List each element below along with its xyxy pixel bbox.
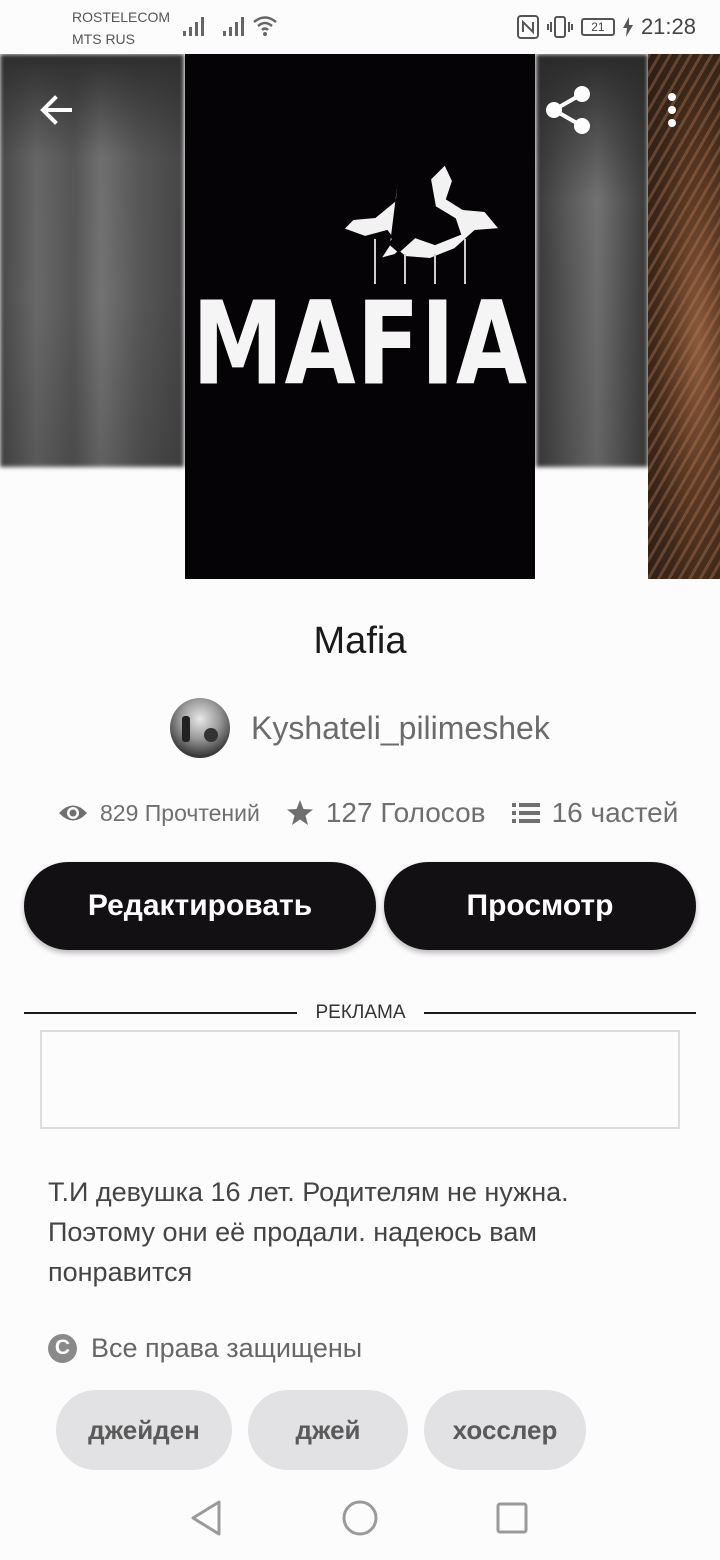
view-button[interactable]: Просмотр xyxy=(384,862,696,950)
wifi-icon xyxy=(253,16,277,36)
status-right-group: 21 21:28 xyxy=(516,12,696,42)
ad-line-right xyxy=(424,1012,696,1014)
nav-home-button[interactable] xyxy=(338,1496,382,1540)
charging-icon xyxy=(622,17,633,37)
signal-2-icon xyxy=(223,17,244,36)
cover-title: MAFIA xyxy=(191,277,529,411)
share-button[interactable] xyxy=(538,82,598,138)
author-row[interactable]: Kyshateli_pilimeshek xyxy=(170,698,550,758)
story-title: Mafia xyxy=(313,620,407,662)
vibrate-icon xyxy=(546,16,573,38)
votes-stat: 127 Голосов xyxy=(286,797,486,829)
tag-chip[interactable]: джей xyxy=(248,1390,408,1470)
votes-label: 127 Голосов xyxy=(325,797,486,828)
ad-line-left xyxy=(24,1012,297,1014)
story-stats: 829 Прочтений 127 Голосов 16 частей xyxy=(58,790,704,836)
ad-divider: РЕКЛАМА xyxy=(24,998,696,1028)
ad-banner[interactable] xyxy=(40,1030,680,1129)
tag-chip[interactable]: джейден xyxy=(56,1390,232,1470)
square-recents-icon xyxy=(496,1502,528,1534)
more-vertical-icon xyxy=(668,93,676,127)
share-icon xyxy=(546,86,590,134)
story-details-screen: ROSTELECOM MTS RUS 21 21:28 MAFIA Mafia … xyxy=(0,0,720,1560)
story-description: Т.И девушка 16 лет. Родителям не нужна. … xyxy=(48,1177,569,1287)
battery-icon: 21 xyxy=(580,18,615,36)
circle-home-icon xyxy=(342,1500,378,1536)
edit-button[interactable]: Редактировать xyxy=(24,862,376,950)
author-avatar[interactable] xyxy=(170,698,230,758)
reads-stat: 829 Прочтений xyxy=(58,800,260,827)
cover-carousel[interactable]: MAFIA xyxy=(0,54,720,579)
nfc-icon xyxy=(516,15,539,39)
more-options-button[interactable] xyxy=(650,82,694,138)
copyright-icon: C xyxy=(48,1333,77,1363)
clock: 21:28 xyxy=(640,14,696,39)
ad-label: РЕКЛАМА xyxy=(315,1002,406,1023)
triangle-back-icon xyxy=(191,1500,221,1536)
system-nav-bar xyxy=(0,1476,720,1560)
status-bar: ROSTELECOM MTS RUS 21 21:28 xyxy=(0,0,720,54)
parts-label: 16 частей xyxy=(551,797,679,828)
star-icon xyxy=(286,800,313,825)
parts-stat[interactable]: 16 частей xyxy=(511,797,679,829)
reads-label: 829 Прочтений xyxy=(100,799,260,826)
eye-icon xyxy=(59,805,87,821)
copyright-row: C Все права защищены xyxy=(48,1328,362,1368)
puppet-hand-icon xyxy=(341,162,503,284)
carrier-2-label: MTS RUS xyxy=(72,31,135,47)
author-name[interactable]: Kyshateli_pilimeshek xyxy=(251,710,550,747)
nav-recents-button[interactable] xyxy=(490,1496,534,1540)
list-icon xyxy=(511,803,540,823)
story-cover[interactable]: MAFIA xyxy=(185,54,535,579)
carrier-1-label: ROSTELECOM xyxy=(72,9,171,25)
signal-1-icon xyxy=(183,17,204,36)
arrow-left-icon xyxy=(40,95,72,125)
back-button[interactable] xyxy=(28,82,84,138)
copyright-label: Все права защищены xyxy=(91,1332,363,1363)
nav-back-button[interactable] xyxy=(184,1496,228,1540)
tag-list: джейден джей хосслер xyxy=(56,1390,586,1470)
tag-chip[interactable]: хосслер xyxy=(424,1390,586,1470)
